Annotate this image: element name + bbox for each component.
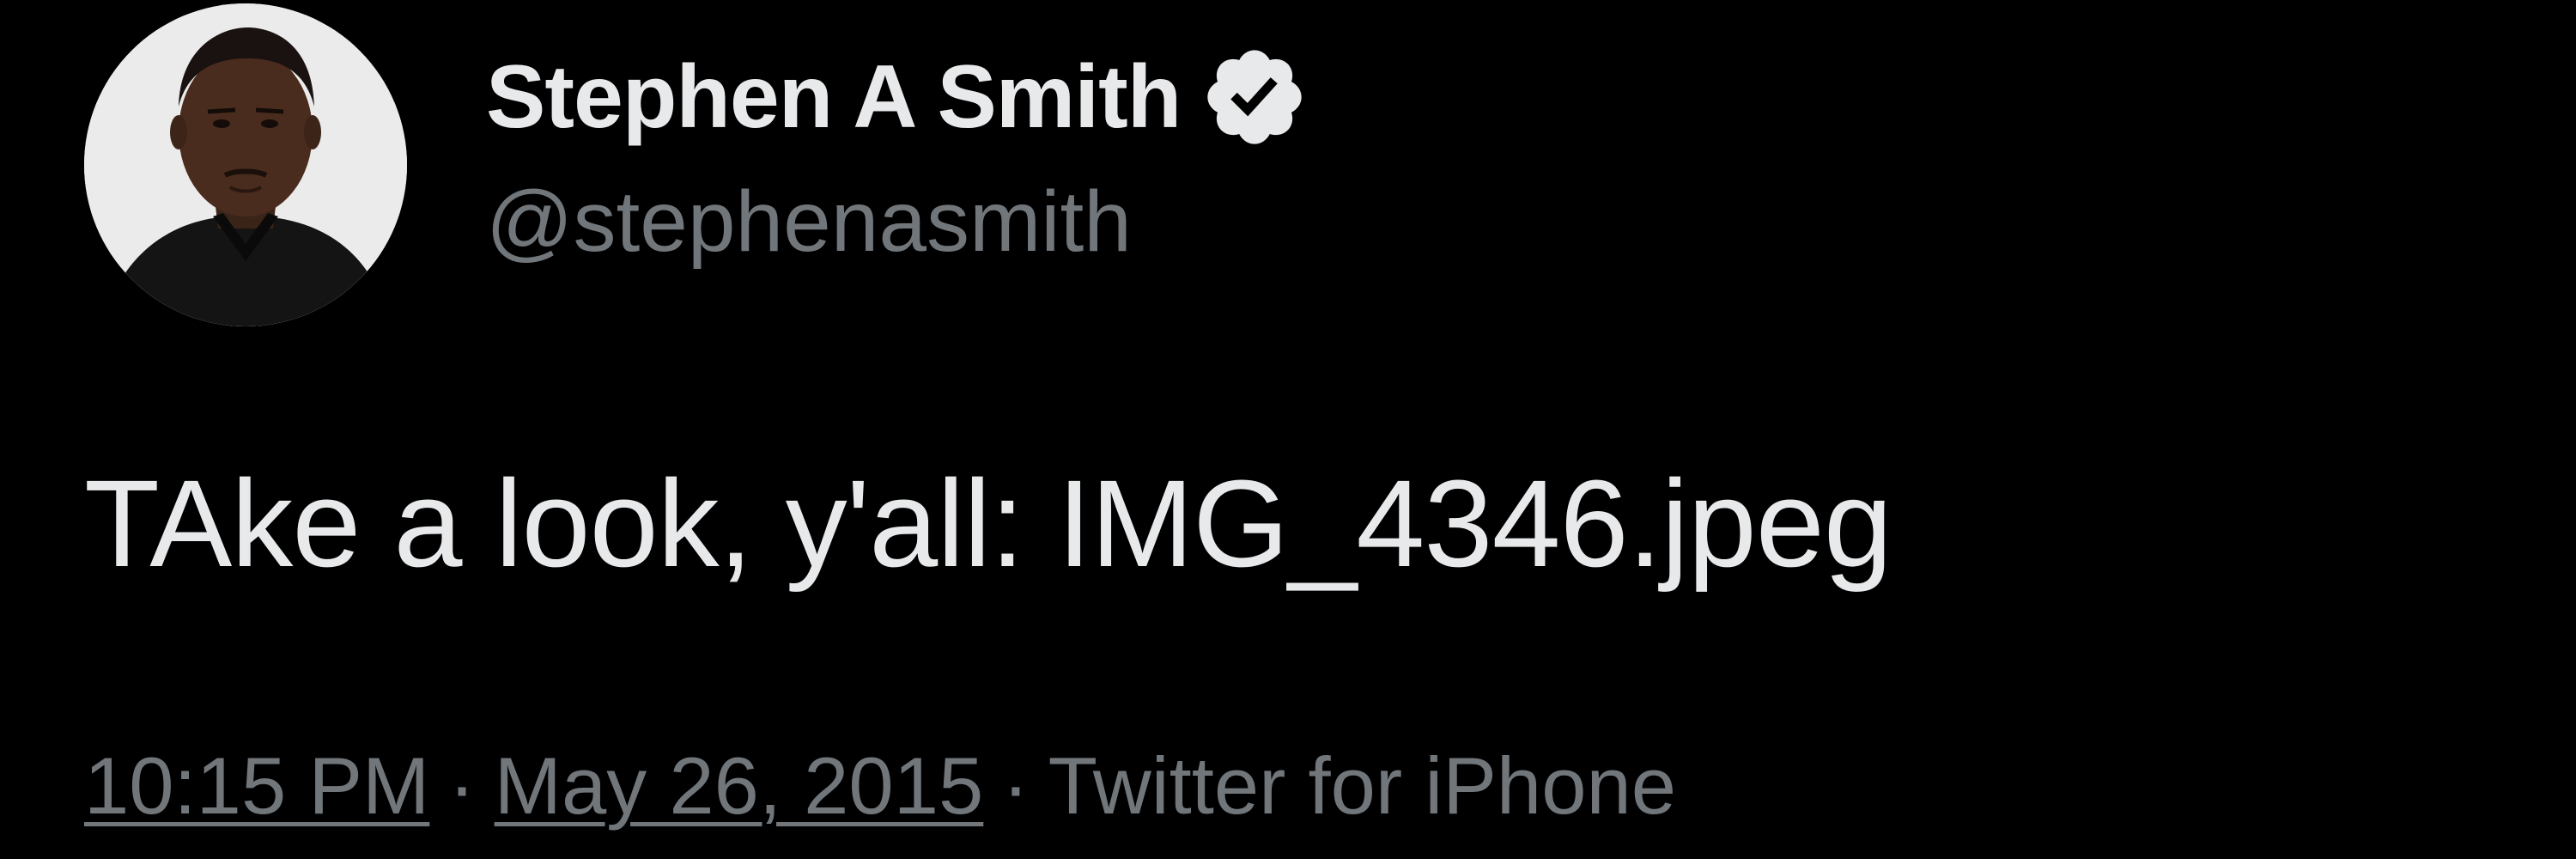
author-name-row: Stephen A Smith xyxy=(486,41,1309,153)
tweet-source: Twitter for iPhone xyxy=(1048,740,1677,831)
avatar-image xyxy=(84,3,407,326)
author-avatar[interactable] xyxy=(84,3,407,326)
meta-separator: · xyxy=(1002,740,1030,831)
author-handle[interactable]: @stephenasmith xyxy=(486,179,1132,265)
tweet-card: Stephen A Smith @stephenasmith TAke a lo… xyxy=(0,0,2576,859)
tweet-meta: 10:15 PM · May 26, 2015 · Twitter for iP… xyxy=(84,746,1676,826)
tweet-time-link[interactable]: 10:15 PM xyxy=(84,746,429,826)
verified-badge-icon xyxy=(1200,42,1309,152)
tweet-text: TAke a look, y'all: IMG_4346.jpeg xyxy=(84,454,1893,593)
tweet-date-link[interactable]: May 26, 2015 xyxy=(495,746,984,826)
author-display-name[interactable]: Stephen A Smith xyxy=(486,52,1182,142)
meta-separator: · xyxy=(448,740,476,831)
